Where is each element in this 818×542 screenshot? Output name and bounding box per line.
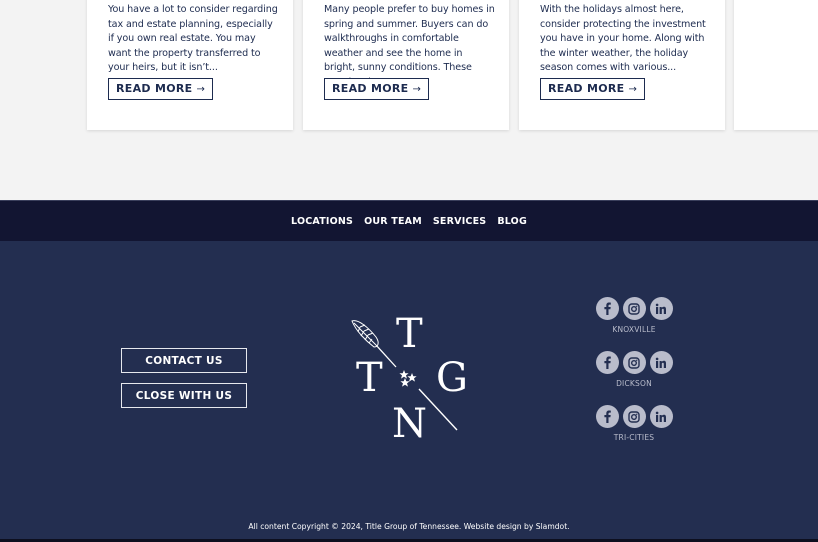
location-tri-cities: TRI-CITIES: [590, 405, 678, 459]
location-label: DICKSON: [616, 379, 652, 388]
instagram-icon[interactable]: [622, 297, 646, 320]
instagram-icon[interactable]: [622, 351, 646, 374]
read-more-button[interactable]: READ MORE →: [540, 78, 646, 100]
logo-letter-n: N: [392, 401, 427, 447]
linkedin-icon[interactable]: [649, 405, 673, 428]
facebook-icon[interactable]: [595, 405, 619, 428]
blog-card-partial: [734, 0, 818, 130]
logo-letter-t-top: T: [396, 311, 423, 357]
close-with-us-button[interactable]: CLOSE WITH US: [121, 383, 247, 408]
footer: CONTACT US CLOSE WITH US T T G N KNOXVIL…: [0, 241, 818, 539]
arrow-right-icon: →: [628, 84, 638, 95]
contact-us-button[interactable]: CONTACT US: [121, 348, 247, 373]
blog-card: You have a lot to consider regarding tax…: [87, 0, 293, 130]
blog-section: You have a lot to consider regarding tax…: [0, 0, 818, 200]
location-label: TRI-CITIES: [613, 433, 655, 442]
copyright-text: All content Copyright © 2024, Title Grou…: [248, 522, 570, 531]
logo-letter-t-left: T: [356, 355, 383, 401]
arrow-right-icon: →: [196, 84, 206, 95]
footer-nav-services[interactable]: SERVICES: [433, 216, 486, 227]
blog-card: Many people prefer to buy homes in sprin…: [303, 0, 509, 130]
footer-nav-locations[interactable]: LOCATIONS: [291, 216, 353, 227]
company-logo[interactable]: T T G N: [346, 311, 476, 446]
location-dickson: DICKSON: [590, 351, 678, 405]
blog-card-excerpt: You have a lot to consider regarding tax…: [108, 4, 278, 74]
read-more-button[interactable]: READ MORE →: [324, 78, 430, 100]
linkedin-icon[interactable]: [649, 351, 673, 374]
read-more-label: READ MORE: [116, 82, 193, 95]
facebook-icon[interactable]: [595, 351, 619, 374]
location-label: KNOXVILLE: [612, 325, 656, 334]
read-more-label: READ MORE: [332, 82, 409, 95]
footer-nav-our-team[interactable]: OUR TEAM: [364, 216, 422, 227]
arrow-right-icon: →: [412, 84, 422, 95]
footer-nav: LOCATIONS OUR TEAM SERVICES BLOG: [0, 200, 818, 241]
read-more-label: READ MORE: [548, 82, 625, 95]
three-stars-icon: [399, 370, 417, 387]
facebook-icon[interactable]: [595, 297, 619, 320]
blog-card-excerpt: With the holidays almost here, consider …: [540, 4, 706, 74]
location-knoxville: KNOXVILLE: [590, 297, 678, 351]
footer-nav-blog[interactable]: BLOG: [497, 216, 527, 227]
blog-card: With the holidays almost here, consider …: [519, 0, 725, 130]
instagram-icon[interactable]: [622, 405, 646, 428]
read-more-button[interactable]: READ MORE →: [108, 78, 214, 100]
locations-social: KNOXVILLE DICKSON TRI-CITIES: [590, 297, 678, 459]
linkedin-icon[interactable]: [649, 297, 673, 320]
logo-letter-g: G: [436, 355, 468, 401]
